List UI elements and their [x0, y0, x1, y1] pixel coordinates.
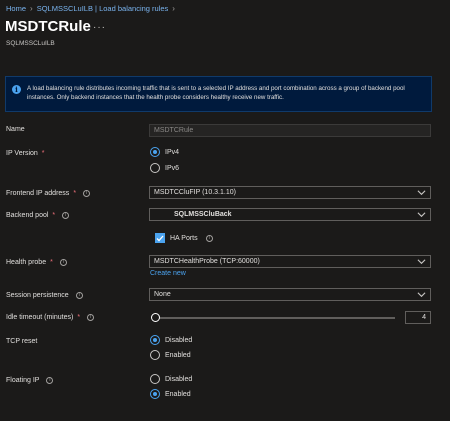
frontend-ip-dropdown[interactable]: MSDTCCluFIP (10.3.1.10): [149, 186, 431, 199]
session-persistence-value: None: [154, 291, 171, 298]
chevron-down-icon: [417, 259, 426, 265]
info-circle-icon[interactable]: i: [59, 259, 67, 266]
session-persistence-label: Session persistence i: [6, 292, 83, 299]
info-banner: i A load balancing rule distributes inco…: [5, 76, 432, 112]
tcp-reset-enabled-radio[interactable]: Enabled: [150, 350, 191, 360]
breadcrumb-load-balancing-rules[interactable]: SQLMSSCLuILB | Load balancing rules: [37, 4, 169, 13]
required-marker: *: [77, 314, 81, 321]
required-marker: *: [41, 150, 45, 157]
info-circle-icon[interactable]: i: [75, 292, 83, 299]
radio-selected-icon: [150, 147, 160, 157]
frontend-ip-label-text: Frontend IP address: [6, 190, 70, 197]
info-circle-icon[interactable]: i: [83, 190, 91, 197]
info-text: A load balancing rule distributes incomi…: [27, 85, 405, 101]
tcp-reset-label: TCP reset: [6, 338, 37, 345]
idle-timeout-input[interactable]: 4: [405, 311, 431, 324]
chevron-down-icon: [417, 212, 426, 218]
radio-unselected-icon: [150, 350, 160, 360]
idle-timeout-slider-thumb[interactable]: [151, 313, 160, 322]
chevron-right-icon: ›: [30, 4, 33, 13]
radio-unselected-icon: [150, 163, 160, 173]
breadcrumb: Home › SQLMSSCLuILB | Load balancing rul…: [6, 4, 175, 13]
ha-ports-label: HA Ports: [170, 234, 198, 242]
info-circle-icon[interactable]: i: [87, 314, 95, 321]
health-probe-dropdown[interactable]: MSDTCHealthProbe (TCP:60000): [149, 255, 431, 268]
backend-pool-dropdown[interactable]: SQLMSSCluBack: [149, 208, 431, 221]
floating-ip-disabled-label: Disabled: [165, 375, 193, 383]
page-subtitle: SQLMSSCLuILB: [6, 40, 55, 47]
session-persistence-dropdown[interactable]: None: [149, 288, 431, 301]
session-persistence-label-text: Session persistence: [6, 292, 69, 299]
chevron-down-icon: [417, 190, 426, 196]
backend-pool-label: Backend pool * i: [6, 212, 70, 219]
ip-version-ipv4-label: IPv4: [165, 148, 180, 156]
radio-selected-icon: [150, 389, 160, 399]
info-circle-icon[interactable]: i: [46, 377, 54, 384]
required-marker: *: [52, 212, 56, 219]
checkmark-icon: [155, 233, 165, 243]
more-options-button[interactable]: ···: [93, 22, 106, 33]
idle-timeout-slider-track[interactable]: [155, 317, 395, 319]
frontend-ip-value: MSDTCCluFIP (10.3.1.10): [154, 189, 236, 196]
radio-selected-icon: [150, 335, 160, 345]
backend-pool-label-text: Backend pool: [6, 212, 49, 219]
floating-ip-label: Floating IP i: [6, 377, 54, 384]
idle-timeout-label: Idle timeout (minutes) * i: [6, 314, 95, 321]
create-new-link[interactable]: Create new: [150, 270, 186, 277]
tcp-reset-label-text: TCP reset: [6, 338, 38, 345]
tcp-reset-disabled-radio[interactable]: Disabled: [150, 335, 192, 345]
ha-ports-checkbox[interactable]: HA Ports i: [155, 233, 213, 243]
health-probe-label-text: Health probe: [6, 259, 47, 266]
ip-version-label: IP Version *: [6, 150, 45, 157]
tcp-reset-enabled-label: Enabled: [165, 351, 191, 359]
ip-version-ipv6-label: IPv6: [165, 164, 180, 172]
backend-pool-value: SQLMSSCluBack: [174, 211, 232, 218]
radio-unselected-icon: [150, 374, 160, 384]
chevron-down-icon: [417, 292, 426, 298]
name-label: Name: [6, 126, 25, 133]
info-circle-icon[interactable]: i: [62, 212, 70, 219]
info-circle-icon[interactable]: i: [205, 234, 213, 242]
health-probe-value: MSDTCHealthProbe (TCP:60000): [154, 258, 260, 265]
ip-version-label-text: IP Version: [6, 150, 38, 157]
frontend-ip-label: Frontend IP address * i: [6, 190, 91, 197]
required-marker: *: [73, 190, 77, 197]
tcp-reset-disabled-label: Disabled: [165, 336, 193, 344]
idle-timeout-label-text: Idle timeout (minutes): [6, 314, 74, 321]
breadcrumb-home[interactable]: Home: [6, 4, 26, 13]
required-marker: *: [50, 259, 53, 266]
floating-ip-enabled-label: Enabled: [165, 390, 191, 398]
chevron-right-icon: ›: [172, 4, 175, 13]
info-icon: i: [12, 85, 21, 94]
health-probe-label: Health probe * i: [6, 259, 67, 266]
page-title: MSDTCRule: [5, 18, 91, 35]
ip-version-ipv6-radio[interactable]: IPv6: [150, 163, 179, 173]
name-label-text: Name: [6, 126, 25, 133]
floating-ip-disabled-radio[interactable]: Disabled: [150, 374, 192, 384]
floating-ip-enabled-radio[interactable]: Enabled: [150, 389, 191, 399]
floating-ip-label-text: Floating IP: [6, 377, 40, 384]
name-input[interactable]: MSDTCRule: [149, 124, 431, 137]
ip-version-ipv4-radio[interactable]: IPv4: [150, 147, 179, 157]
